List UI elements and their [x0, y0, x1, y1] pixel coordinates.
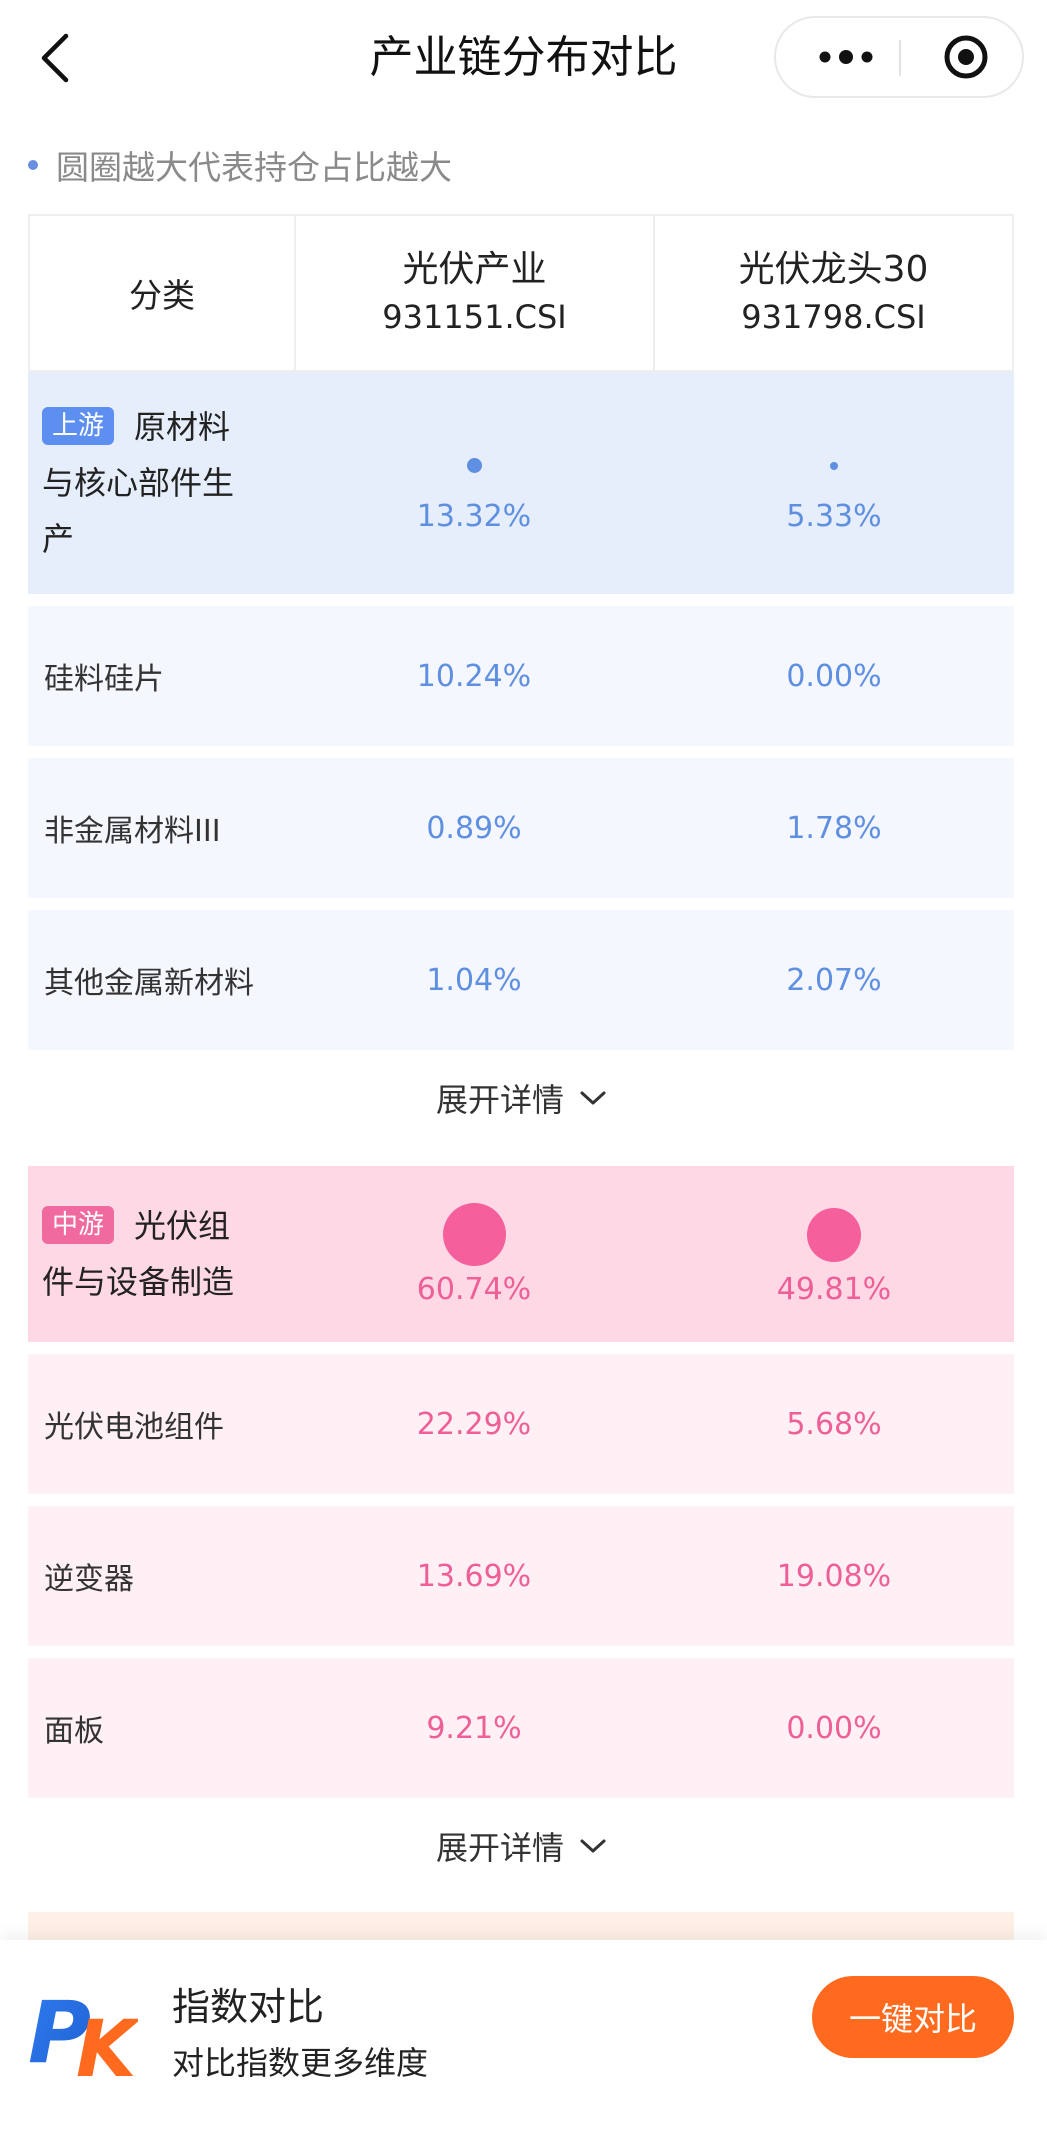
nav-bar: 产业链分布对比: [0, 0, 1047, 118]
upstream-tag: 上游: [42, 407, 115, 445]
header-index-1[interactable]: 光伏产业 931151.CSI: [296, 216, 655, 370]
index-2-name: 光伏龙头30: [738, 249, 929, 290]
expand-details-upstream[interactable]: 展开详情: [28, 1058, 1014, 1138]
mini-program-capsule: [774, 16, 1024, 98]
expand-details-midstream[interactable]: 展开详情: [28, 1806, 1014, 1886]
table-row: 硅料硅片 10.24% 0.00%: [28, 606, 1014, 746]
midstream-tag: 中游: [42, 1206, 115, 1244]
holding-bubble: [807, 1207, 861, 1262]
table-row: 非金属材料III 0.89% 1.78%: [28, 758, 1014, 898]
index-1-code: 931151.CSI: [382, 298, 567, 336]
holding-bubble: [442, 1203, 506, 1266]
chevron-down-icon: [580, 1838, 606, 1854]
midstream-title: 中游 光伏组 件与设备制造: [42, 1206, 235, 1301]
header-category: 分类: [30, 216, 296, 370]
midstream-summary-row: 中游 光伏组 件与设备制造 60.74% 49.81%: [28, 1166, 1014, 1342]
chevron-down-icon: [580, 1090, 606, 1106]
bottom-subtitle: 对比指数更多维度: [172, 2044, 429, 2082]
capsule-divider: [899, 40, 901, 76]
upstream-summary-row: 上游 原材料 与核心部件生 产 13.32% 5.33%: [28, 372, 1014, 594]
downstream-section-peek: [28, 1912, 1014, 1942]
holding-bubble: [466, 458, 482, 473]
midstream-value-1: 60.74%: [294, 1202, 654, 1307]
close-miniprogram-icon[interactable]: [926, 18, 1006, 96]
upstream-value-1: 13.32%: [294, 433, 654, 534]
legend: 圆圈越大代表持仓占比越大: [28, 140, 452, 190]
svg-text:K: K: [76, 2005, 138, 2080]
more-icon[interactable]: [806, 18, 886, 96]
table-row: 其他金属新材料 1.04% 2.07%: [28, 910, 1014, 1050]
legend-dot-icon: [28, 160, 38, 170]
upstream-value-2: 5.33%: [654, 433, 1014, 534]
index-1-name: 光伏产业: [402, 249, 547, 290]
bottom-compare-bar: P K 指数对比 对比指数更多维度 一键对比: [0, 1940, 1047, 2132]
legend-text: 圆圈越大代表持仓占比越大: [56, 148, 452, 187]
midstream-value-2: 49.81%: [654, 1202, 1014, 1307]
upstream-title: 上游 原材料 与核心部件生 产: [42, 407, 235, 558]
header-index-2[interactable]: 光伏龙头30 931798.CSI: [655, 216, 1012, 370]
table-row: 面板 9.21% 0.00%: [28, 1658, 1014, 1798]
table-row: 逆变器 13.69% 19.08%: [28, 1506, 1014, 1646]
holding-bubble: [830, 461, 838, 470]
table-row: 光伏电池组件 22.29% 5.68%: [28, 1354, 1014, 1494]
table-header: 分类 光伏产业 931151.CSI 光伏龙头30 931798.CSI: [28, 214, 1014, 372]
index-2-code: 931798.CSI: [741, 298, 926, 336]
pk-logo-icon: P K: [28, 1980, 142, 2095]
one-click-compare-button[interactable]: 一键对比: [812, 1976, 1014, 2058]
bottom-title: 指数对比: [172, 1985, 325, 2029]
